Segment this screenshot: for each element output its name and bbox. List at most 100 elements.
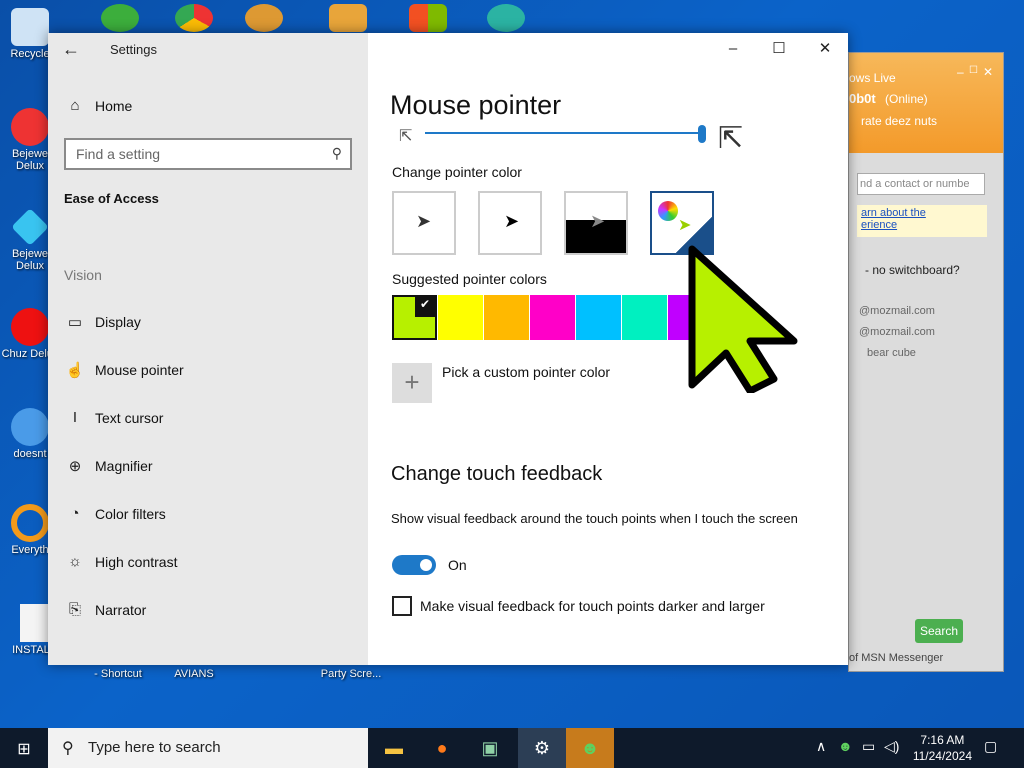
time: 7:16 AM bbox=[920, 733, 965, 747]
msn-people-icon: ☻ bbox=[580, 738, 600, 758]
settings-content: – ☐ ✕ Mouse pointer ⇱ ⇱ Change pointer c… bbox=[368, 33, 848, 665]
sidebar-item-color-filters[interactable]: ◔ Color filters bbox=[64, 505, 166, 522]
color-swatch-magenta[interactable] bbox=[530, 295, 575, 340]
sidebar-item-home[interactable]: ⌂ Home bbox=[64, 97, 132, 114]
msn-contact[interactable]: bear cube bbox=[867, 347, 916, 359]
sidebar-item-label: Magnifier bbox=[95, 458, 153, 474]
maximize-button[interactable]: ☐ bbox=[756, 33, 802, 65]
desktop-icon-label: Recycle bbox=[10, 48, 50, 60]
pointer-color-inverted[interactable]: ➤ bbox=[564, 191, 628, 255]
magnifier-icon bbox=[11, 504, 49, 542]
taskbar: ⊞ ⚲ Type here to search ▬ ● ▣ ⚙ ☻ ∧ ☻ ▭ … bbox=[0, 728, 1024, 768]
sidebar-item-text-cursor[interactable]: I Text cursor bbox=[64, 409, 164, 426]
toggle-knob bbox=[420, 559, 432, 571]
desktop-icon-top-3[interactable] bbox=[234, 4, 294, 34]
network-icon[interactable]: ▭ bbox=[862, 738, 875, 755]
document-icon bbox=[20, 604, 48, 642]
white-pointer-icon: ➤ bbox=[416, 211, 432, 231]
narrator-icon: ⎘ bbox=[68, 601, 81, 618]
hand-pointer-icon: ☝ bbox=[65, 362, 85, 379]
msn-info-box: arn about the erience bbox=[857, 205, 987, 237]
touch-feedback-description: Show visual feedback around the touch po… bbox=[391, 511, 798, 526]
magnifier-icon: ⊕ bbox=[68, 458, 82, 475]
msn-contact-search[interactable]: nd a contact or numbe bbox=[857, 173, 985, 195]
find-setting-input[interactable]: Find a setting ⚲ bbox=[64, 138, 352, 170]
search-icon[interactable]: ⚲ bbox=[332, 145, 342, 162]
minimize-button[interactable]: – bbox=[710, 33, 756, 65]
sidebar-item-display[interactable]: ▭ Display bbox=[64, 313, 141, 331]
chevron-up-icon[interactable]: ∧ bbox=[816, 738, 826, 755]
sidebar-item-narrator[interactable]: ⎘ Narrator bbox=[64, 601, 146, 618]
add-custom-color-button[interactable]: + bbox=[392, 363, 432, 403]
taskbar-file-explorer[interactable]: ▬ bbox=[370, 728, 418, 768]
taskbar-search-placeholder: Type here to search bbox=[88, 739, 221, 756]
desktop-icon-top-6[interactable] bbox=[476, 4, 536, 34]
pointer-color-white[interactable]: ➤ bbox=[392, 191, 456, 255]
app-icon bbox=[245, 4, 283, 32]
msn-messenger-window[interactable]: ows Live – ☐ ✕ 0b0t (Online) rate deez n… bbox=[848, 52, 1004, 672]
msn-username: 0b0t bbox=[849, 91, 876, 106]
sidebar-item-label: Color filters bbox=[95, 505, 166, 522]
touch-feedback-heading: Change touch feedback bbox=[391, 463, 603, 485]
touch-feedback-toggle[interactable] bbox=[392, 555, 436, 575]
taskbar-app[interactable]: ▣ bbox=[466, 728, 514, 768]
msn-personal-message[interactable]: rate deez nuts bbox=[861, 114, 937, 128]
close-button[interactable]: ✕ bbox=[802, 33, 848, 65]
checkmark-icon: ✔ bbox=[697, 195, 708, 210]
category-title: Ease of Access bbox=[64, 191, 159, 206]
msn-close-button[interactable]: ✕ bbox=[983, 65, 993, 79]
page-title: Mouse pointer bbox=[390, 90, 562, 120]
pointer-color-black[interactable]: ➤ bbox=[478, 191, 542, 255]
pointer-size-slider-thumb[interactable] bbox=[698, 125, 706, 143]
bejeweled-icon bbox=[11, 108, 49, 146]
sidebar-item-high-contrast[interactable]: ☼ High contrast bbox=[64, 553, 177, 570]
msn-contact[interactable]: @mozmail.com bbox=[859, 326, 935, 338]
msn-status[interactable]: (Online) bbox=[885, 92, 928, 106]
volume-icon[interactable]: ◁) bbox=[884, 738, 899, 755]
msn-search-button[interactable]: Search bbox=[915, 619, 963, 643]
desktop-icon-top-1[interactable] bbox=[90, 4, 150, 34]
desktop-icon-top-5[interactable] bbox=[398, 4, 458, 34]
msn-note: - no switchboard? bbox=[865, 263, 960, 277]
darker-feedback-checkbox[interactable] bbox=[392, 596, 412, 616]
desktop-label-shortcut: - Shortcut bbox=[94, 668, 142, 680]
search-icon: ⚲ bbox=[62, 740, 74, 757]
taskbar-search-box[interactable]: ⚲ Type here to search bbox=[48, 728, 368, 768]
color-swatch-teal[interactable] bbox=[622, 295, 667, 340]
notification-icon[interactable]: ▢ bbox=[984, 738, 997, 755]
custom-color-label[interactable]: Pick a custom pointer color bbox=[442, 364, 610, 380]
home-icon: ⌂ bbox=[70, 97, 80, 114]
desktop-icon-top-2[interactable] bbox=[164, 4, 224, 34]
msn-minimize-button[interactable]: – bbox=[957, 65, 964, 79]
lime-pointer-icon: ➤ bbox=[678, 217, 692, 234]
sidebar-item-magnifier[interactable]: ⊕ Magnifier bbox=[64, 457, 153, 475]
darker-feedback-label[interactable]: Make visual feedback for touch points da… bbox=[420, 598, 765, 614]
taskbar-settings[interactable]: ⚙ bbox=[518, 728, 566, 768]
back-arrow-icon[interactable]: ← bbox=[62, 39, 80, 60]
start-button[interactable]: ⊞ bbox=[0, 728, 48, 768]
sidebar-item-mouse-pointer[interactable]: ☝ Mouse pointer bbox=[64, 361, 184, 379]
desktop-icon-label: Everyth bbox=[11, 544, 49, 556]
msn-maximize-button[interactable]: ☐ bbox=[969, 65, 978, 76]
desktop-icon-top-4[interactable] bbox=[318, 4, 378, 34]
desktop-icon-label: Bejewe Delux bbox=[11, 248, 49, 272]
color-swatch-blue[interactable] bbox=[576, 295, 621, 340]
msn-contact[interactable]: @mozmail.com bbox=[859, 305, 935, 317]
settings-sidebar: ← Settings ⌂ Home Find a setting ⚲ Ease … bbox=[48, 33, 368, 665]
msn-link-learn[interactable]: arn about the bbox=[861, 207, 983, 219]
taskbar-msn-messenger[interactable]: ☻ bbox=[566, 728, 614, 768]
msn-tray-icon[interactable]: ☻ bbox=[838, 738, 853, 754]
settings-window[interactable]: ← Settings ⌂ Home Find a setting ⚲ Ease … bbox=[48, 33, 848, 665]
color-swatch-orange[interactable] bbox=[484, 295, 529, 340]
taskbar-firefox[interactable]: ● bbox=[418, 728, 466, 768]
text-cursor-icon: I bbox=[72, 409, 78, 426]
pointer-size-slider[interactable] bbox=[425, 132, 703, 134]
msn-link-experience[interactable]: erience bbox=[861, 219, 983, 231]
app-icon bbox=[329, 4, 367, 32]
window-app-icon: ▣ bbox=[481, 738, 499, 758]
window-title: Settings bbox=[110, 42, 157, 57]
color-swatch-yellow[interactable] bbox=[438, 295, 483, 340]
small-pointer-icon: ⇱ bbox=[399, 128, 413, 145]
clock[interactable]: 7:16 AM 11/24/2024 bbox=[913, 732, 972, 764]
color-swatch-lime[interactable]: ✔ bbox=[392, 295, 437, 340]
